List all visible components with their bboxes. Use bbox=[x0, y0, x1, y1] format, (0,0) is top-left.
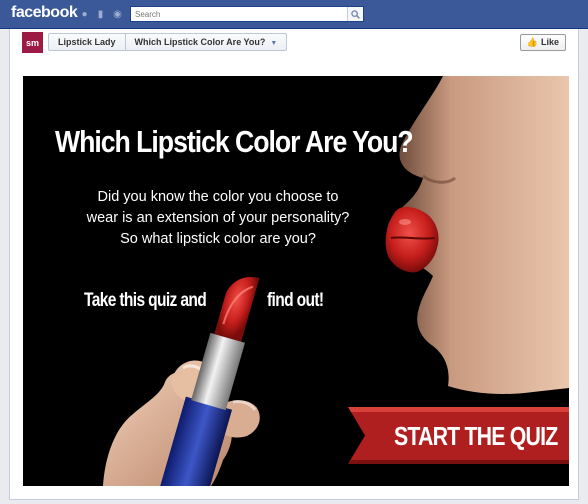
breadcrumb-page[interactable]: Lipstick Lady bbox=[49, 34, 125, 50]
find-out-text: find out! bbox=[267, 290, 324, 311]
chevron-down-icon: ▼ bbox=[270, 40, 278, 47]
take-quiz-text: Take this quiz and bbox=[84, 290, 207, 311]
like-label: Like bbox=[540, 37, 559, 47]
description-line-2: wear is an extension of your personality… bbox=[86, 210, 350, 226]
search-box bbox=[130, 6, 364, 22]
description-line-3: So what lipstick color are you? bbox=[120, 231, 316, 247]
messages-icon[interactable]: ▮ bbox=[95, 9, 106, 20]
search-input[interactable] bbox=[131, 7, 347, 21]
description-line-1: Did you know the color you choose to bbox=[97, 189, 339, 205]
start-quiz-button[interactable]: START THE QUIZ bbox=[348, 407, 569, 464]
breadcrumb-tab-label: Which Lipstick Color Are You? bbox=[134, 37, 266, 47]
quiz-banner: Which Lipstick Color Are You? Did you kn… bbox=[23, 76, 569, 486]
facebook-logo[interactable]: facebook bbox=[11, 4, 78, 22]
breadcrumb-tab-dropdown[interactable]: Which Lipstick Color Are You? ▼ bbox=[124, 34, 287, 50]
thumbs-up-icon: 👍 bbox=[526, 37, 538, 47]
app-canvas: Which Lipstick Color Are You? Did you kn… bbox=[9, 56, 579, 500]
page-avatar[interactable]: sm bbox=[22, 32, 43, 53]
quiz-description: Did you know the color you choose to wea… bbox=[53, 187, 383, 250]
facebook-top-bar: facebook ● ▮ ◉ bbox=[0, 0, 588, 29]
quiz-title: Which Lipstick Color Are You? bbox=[55, 124, 414, 159]
like-button[interactable]: 👍 Like bbox=[519, 34, 566, 51]
breadcrumb-page-label: Lipstick Lady bbox=[58, 37, 116, 47]
breadcrumb: Lipstick Lady Which Lipstick Color Are Y… bbox=[48, 33, 288, 51]
friends-icon[interactable]: ● bbox=[79, 9, 90, 20]
notifications-icon[interactable]: ◉ bbox=[112, 9, 123, 20]
search-icon bbox=[351, 9, 360, 19]
start-quiz-label: START THE QUIZ bbox=[394, 421, 558, 451]
app-header: sm Lipstick Lady Which Lipstick Color Ar… bbox=[9, 29, 579, 56]
search-button[interactable] bbox=[347, 7, 363, 21]
